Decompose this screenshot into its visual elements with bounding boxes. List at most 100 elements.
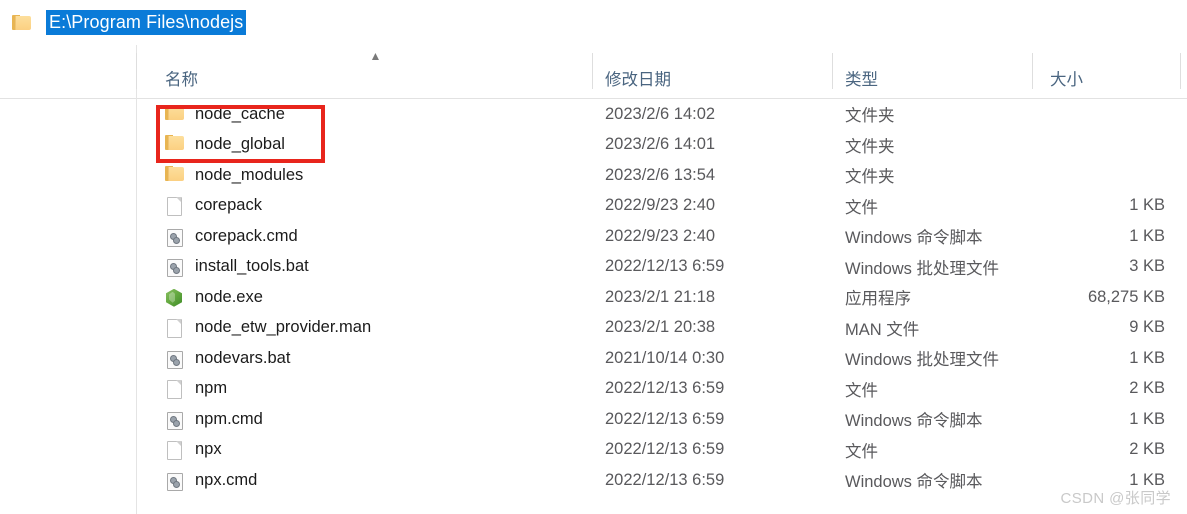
column-divider-size[interactable] bbox=[1032, 53, 1033, 89]
table-row[interactable]: npx.cmd 2022/12/13 6:59 Windows 命令脚本 1 KB bbox=[137, 465, 1187, 496]
file-name-cell[interactable]: node_modules bbox=[165, 165, 303, 186]
table-row[interactable]: npx 2022/12/13 6:59 文件 2 KB bbox=[137, 435, 1187, 466]
file-type-cell: Windows 命令脚本 bbox=[845, 412, 983, 431]
file-date-cell: 2022/12/13 6:59 bbox=[605, 379, 725, 398]
file-size-cell: 1 KB bbox=[1129, 348, 1165, 367]
file-name-label: node_global bbox=[195, 135, 285, 154]
file-name-cell[interactable]: node.exe bbox=[165, 287, 263, 308]
file-name-cell[interactable]: npx.cmd bbox=[165, 470, 257, 491]
folder-icon bbox=[12, 14, 32, 31]
table-row[interactable]: node_etw_provider.man 2023/2/1 20:38 MAN 文… bbox=[137, 313, 1187, 344]
file-size-cell: 2 KB bbox=[1129, 379, 1165, 398]
file-type-cell: MAN 文件 bbox=[845, 320, 920, 339]
table-row[interactable]: npm.cmd 2022/12/13 6:59 Windows 命令脚本 1 KB bbox=[137, 404, 1187, 435]
file-size-cell: 1 KB bbox=[1129, 226, 1165, 245]
file-date-cell: 2023/2/6 14:01 bbox=[605, 135, 716, 154]
file-name-label: npm.cmd bbox=[195, 409, 263, 428]
file-name-label: install_tools.bat bbox=[195, 257, 309, 276]
column-header-date-modified[interactable]: 修改日期 bbox=[605, 66, 671, 90]
file-date-cell: 2023/2/6 14:02 bbox=[605, 104, 716, 123]
file-name-label: corepack.cmd bbox=[195, 226, 298, 245]
file-name-cell[interactable]: npm.cmd bbox=[165, 409, 263, 430]
file-type-cell: 应用程序 bbox=[845, 290, 911, 309]
file-name-cell[interactable]: corepack bbox=[165, 195, 262, 217]
file-name-label: npx.cmd bbox=[195, 470, 258, 489]
file-name-cell[interactable]: npx bbox=[165, 439, 222, 461]
file-type-cell: 文件 bbox=[845, 442, 878, 461]
table-row[interactable]: node.exe 2023/2/1 21:18 应用程序 68,275 KB bbox=[137, 282, 1187, 313]
script-icon bbox=[165, 470, 183, 491]
folder-icon bbox=[165, 165, 184, 186]
file-size-cell: 3 KB bbox=[1129, 257, 1165, 276]
file-size-cell: 68,275 KB bbox=[1087, 287, 1165, 306]
document-icon bbox=[165, 317, 183, 339]
document-icon bbox=[165, 378, 183, 400]
file-date-cell: 2023/2/1 20:38 bbox=[605, 318, 716, 337]
file-type-cell: 文件夹 bbox=[845, 168, 895, 187]
document-icon bbox=[165, 439, 183, 461]
folder-icon bbox=[165, 134, 184, 155]
file-type-cell: 文件 bbox=[845, 381, 878, 400]
file-type-cell: 文件夹 bbox=[845, 137, 895, 156]
file-name-label: npx bbox=[195, 440, 222, 459]
file-name-cell[interactable]: nodevars.bat bbox=[165, 348, 290, 369]
file-name-cell[interactable]: node_cache bbox=[165, 104, 285, 125]
sort-ascending-icon: ▲ bbox=[369, 49, 382, 63]
file-name-cell[interactable]: node_global bbox=[165, 134, 285, 155]
watermark-text: CSDN @张同学 bbox=[1060, 490, 1171, 507]
file-type-cell: 文件夹 bbox=[845, 107, 895, 126]
file-name-label: npm bbox=[195, 379, 228, 398]
file-date-cell: 2022/9/23 2:40 bbox=[605, 226, 716, 245]
script-icon bbox=[165, 348, 183, 369]
file-size-cell: 9 KB bbox=[1129, 318, 1165, 337]
file-name-cell[interactable]: install_tools.bat bbox=[165, 256, 309, 278]
table-row[interactable]: nodevars.bat 2021/10/14 0:30 Windows 批处理文件… bbox=[137, 343, 1187, 374]
table-row[interactable]: node_cache 2023/2/6 14:02 文件夹 bbox=[137, 99, 1187, 130]
file-name-cell[interactable]: node_etw_provider.man bbox=[165, 317, 371, 339]
file-type-cell: Windows 命令脚本 bbox=[845, 229, 983, 248]
table-row[interactable]: corepack.cmd 2022/9/23 2:40 Windows 命令脚本 1 … bbox=[137, 221, 1187, 252]
table-row[interactable]: node_modules 2023/2/6 13:54 文件夹 bbox=[137, 160, 1187, 191]
file-name-cell[interactable]: npm bbox=[165, 378, 228, 400]
column-divider-name-left[interactable] bbox=[136, 53, 137, 89]
address-bar[interactable]: E:\Program Files\nodejs bbox=[0, 0, 1187, 46]
file-date-cell: 2022/12/13 6:59 bbox=[605, 409, 725, 428]
file-name-label: node.exe bbox=[195, 287, 263, 306]
file-size-cell: 2 KB bbox=[1129, 440, 1165, 459]
column-header-size[interactable]: 大小 bbox=[1050, 66, 1083, 90]
table-row[interactable]: npm 2022/12/13 6:59 文件 2 KB bbox=[137, 374, 1187, 405]
file-date-cell: 2022/12/13 6:59 bbox=[605, 440, 725, 459]
file-list[interactable]: node_cache 2023/2/6 14:02 文件夹 node_global 20… bbox=[137, 99, 1187, 496]
column-header-name[interactable]: 名称 bbox=[165, 66, 198, 90]
table-row[interactable]: node_global 2023/2/6 14:01 文件夹 bbox=[137, 130, 1187, 161]
file-date-cell: 2023/2/1 21:18 bbox=[605, 287, 716, 306]
file-name-label: corepack bbox=[195, 196, 262, 215]
file-date-cell: 2023/2/6 13:54 bbox=[605, 165, 716, 184]
node-icon bbox=[165, 287, 183, 308]
file-date-cell: 2021/10/14 0:30 bbox=[605, 348, 725, 367]
script-icon bbox=[165, 256, 183, 278]
file-date-cell: 2022/12/13 6:59 bbox=[605, 470, 725, 489]
file-name-label: nodevars.bat bbox=[195, 348, 291, 367]
column-header-type[interactable]: 类型 bbox=[845, 66, 878, 90]
script-icon bbox=[165, 226, 183, 247]
file-size-cell: 1 KB bbox=[1129, 409, 1165, 428]
file-name-label: node_cache bbox=[195, 104, 285, 123]
file-type-cell: Windows 命令脚本 bbox=[845, 473, 983, 492]
folder-icon bbox=[165, 104, 184, 125]
file-type-cell: Windows 批处理文件 bbox=[845, 259, 1000, 278]
file-date-cell: 2022/9/23 2:40 bbox=[605, 196, 716, 215]
table-row[interactable]: install_tools.bat 2022/12/13 6:59 Windows … bbox=[137, 252, 1187, 283]
script-icon bbox=[165, 409, 183, 430]
column-divider-type[interactable] bbox=[832, 53, 833, 89]
column-divider-date[interactable] bbox=[592, 53, 593, 89]
file-date-cell: 2022/12/13 6:59 bbox=[605, 257, 725, 276]
file-type-cell: 文件 bbox=[845, 198, 878, 217]
file-size-cell: 1 KB bbox=[1129, 196, 1165, 215]
table-row[interactable]: corepack 2022/9/23 2:40 文件 1 KB bbox=[137, 191, 1187, 222]
file-name-cell[interactable]: corepack.cmd bbox=[165, 226, 298, 247]
file-name-label: node_modules bbox=[195, 165, 304, 184]
address-path-text[interactable]: E:\Program Files\nodejs bbox=[46, 10, 247, 35]
document-icon bbox=[165, 195, 183, 217]
column-divider-right[interactable] bbox=[1180, 53, 1181, 89]
